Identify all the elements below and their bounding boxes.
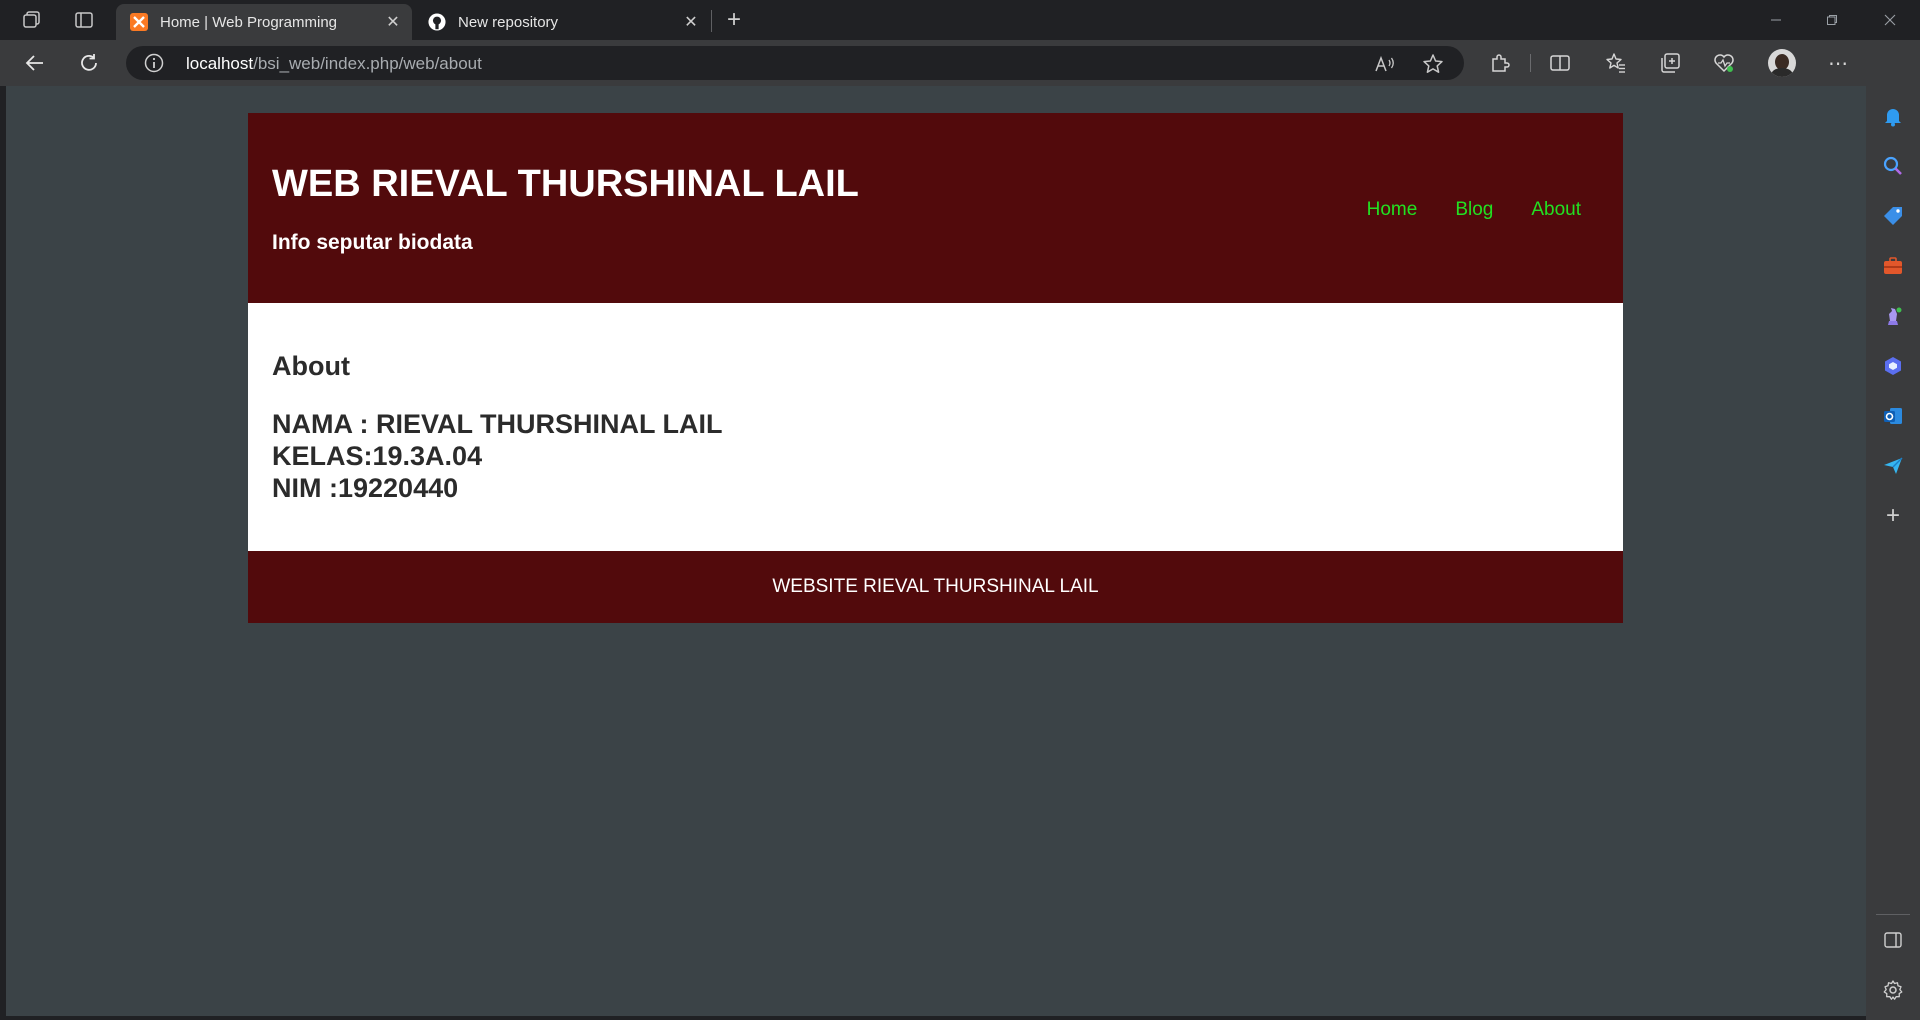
drop-send-icon[interactable] bbox=[1881, 454, 1905, 478]
page-heading: About bbox=[272, 351, 350, 381]
site-header: WEB RIEVAL THURSHINAL LAIL Info seputar … bbox=[248, 113, 1623, 303]
site-title: WEB RIEVAL THURSHINAL LAIL bbox=[272, 163, 859, 205]
profile-avatar[interactable] bbox=[1768, 49, 1796, 77]
split-screen-icon[interactable] bbox=[1548, 51, 1572, 75]
nav-link-blog[interactable]: Blog bbox=[1455, 199, 1493, 221]
close-tab-icon[interactable]: ✕ bbox=[680, 11, 702, 33]
url-path: /bsi_web/index.php/web/about bbox=[253, 54, 482, 73]
biodata-class: KELAS:19.3A.04 bbox=[272, 441, 483, 471]
tab-title: New repository bbox=[458, 13, 559, 31]
extensions-icon[interactable] bbox=[1488, 51, 1512, 75]
site-subtitle: Info seputar biodata bbox=[272, 231, 473, 254]
site-info-icon[interactable] bbox=[144, 53, 164, 73]
tab-separator bbox=[711, 10, 712, 32]
tab-home-web-programming[interactable]: Home | Web Programming ✕ bbox=[116, 4, 412, 40]
tab-title: Home | Web Programming bbox=[160, 13, 338, 31]
minimize-icon[interactable] bbox=[1748, 0, 1804, 40]
main-content: About NAMA : RIEVAL THURSHINAL LAIL KELA… bbox=[248, 303, 1623, 551]
browser-toolbar: localhost/bsi_web/index.php/web/about ⋯ bbox=[0, 40, 1920, 86]
restore-icon[interactable] bbox=[1804, 0, 1860, 40]
add-sidebar-app-icon[interactable]: + bbox=[1881, 502, 1905, 529]
more-options-icon[interactable]: ⋯ bbox=[1826, 51, 1850, 75]
browser-titlebar: Home | Web Programming ✕ New repository … bbox=[0, 0, 1920, 40]
tab-new-repository[interactable]: New repository ✕ bbox=[414, 4, 710, 40]
workspaces-icon[interactable] bbox=[16, 6, 48, 34]
notification-bell-icon[interactable] bbox=[1881, 104, 1905, 128]
url-text[interactable]: localhost/bsi_web/index.php/web/about bbox=[186, 54, 482, 74]
outlook-icon[interactable] bbox=[1881, 404, 1905, 428]
refresh-icon[interactable] bbox=[74, 49, 104, 77]
site-footer: WEBSITE RIEVAL THURSHINAL LAIL bbox=[248, 551, 1623, 623]
toolbar-divider bbox=[1530, 54, 1531, 72]
browser-essentials-icon[interactable] bbox=[1712, 51, 1736, 75]
shopping-tag-icon[interactable] bbox=[1881, 204, 1905, 228]
nav-link-about[interactable]: About bbox=[1531, 199, 1581, 221]
games-icon[interactable] bbox=[1881, 304, 1905, 328]
sidebar-divider bbox=[1876, 914, 1910, 915]
edge-sidebar: + bbox=[1866, 40, 1920, 1020]
page-viewport: WEB RIEVAL THURSHINAL LAIL Info seputar … bbox=[6, 86, 1866, 1016]
search-icon[interactable] bbox=[1881, 154, 1905, 178]
read-aloud-icon[interactable] bbox=[1374, 53, 1396, 75]
biodata-name: NAMA : RIEVAL THURSHINAL LAIL bbox=[272, 409, 723, 439]
back-icon[interactable] bbox=[20, 49, 50, 77]
hide-sidebar-icon[interactable] bbox=[1881, 928, 1905, 952]
microsoft-365-icon[interactable] bbox=[1881, 354, 1905, 378]
url-host: localhost bbox=[186, 54, 254, 73]
footer-text: WEBSITE RIEVAL THURSHINAL LAIL bbox=[772, 576, 1099, 597]
close-tab-icon[interactable]: ✕ bbox=[382, 11, 404, 33]
favorite-star-icon[interactable] bbox=[1422, 53, 1444, 75]
tools-briefcase-icon[interactable] bbox=[1881, 254, 1905, 278]
new-tab-icon[interactable]: + bbox=[718, 6, 750, 34]
tab-actions-icon[interactable] bbox=[68, 6, 100, 34]
collections-icon[interactable] bbox=[1658, 51, 1682, 75]
github-icon bbox=[428, 13, 446, 31]
site-nav: Home Blog About bbox=[1367, 199, 1581, 221]
sidebar-settings-gear-icon[interactable] bbox=[1881, 978, 1905, 1002]
nav-link-home[interactable]: Home bbox=[1367, 199, 1418, 221]
close-window-icon[interactable] bbox=[1862, 0, 1918, 40]
xampp-icon bbox=[130, 13, 148, 31]
favorites-icon[interactable] bbox=[1604, 51, 1628, 75]
address-bar[interactable]: localhost/bsi_web/index.php/web/about bbox=[126, 46, 1464, 80]
site-wrapper: WEB RIEVAL THURSHINAL LAIL Info seputar … bbox=[248, 113, 1623, 623]
biodata-nim: NIM :19220440 bbox=[272, 473, 459, 503]
